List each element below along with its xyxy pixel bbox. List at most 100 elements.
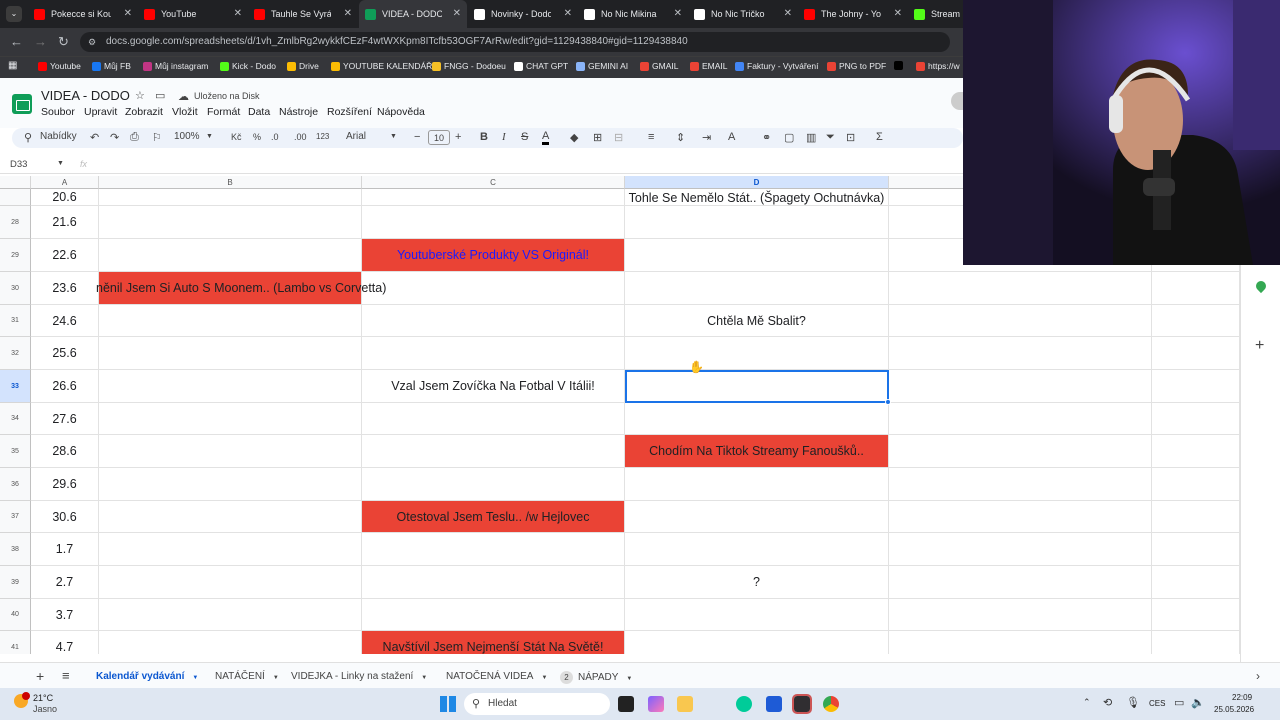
grid-cell[interactable]: 23.6 [31,272,99,305]
windows-start-icon[interactable] [440,696,456,712]
grid-cell[interactable] [1152,403,1240,435]
forward-icon[interactable]: → [34,34,47,49]
grid-cell[interactable] [362,566,625,599]
grid-cell[interactable]: 2.7 [31,566,99,599]
grid-cell[interactable] [362,305,625,337]
grid-cell[interactable] [889,468,1152,501]
sheets-logo-icon[interactable] [12,94,32,114]
link-icon[interactable]: ⚭ [762,131,771,144]
grid-cell[interactable] [889,370,1152,403]
grid-cell[interactable] [889,272,1152,305]
taskbar-search[interactable]: ⚲ Hledat [464,693,610,715]
grid-cell[interactable] [1152,435,1240,468]
doc-title[interactable]: VIDEA - DODO [41,88,130,103]
filter-views-icon[interactable]: ⊡ [846,131,855,144]
align-horizontal-icon[interactable]: ≡ [648,131,654,143]
move-folder-icon[interactable]: ▭ [155,89,165,102]
microphone-icon[interactable]: 🎙 [1126,696,1140,709]
sheet-tab[interactable]: NATÁČENÍ ▼ [215,671,279,682]
close-icon[interactable]: ✕ [894,8,902,19]
grid-cell[interactable]: Chodím Na Tiktok Streamy Fanoušků.. [625,435,889,468]
browser-tab[interactable]: No Nic Mikina ✕ [578,0,688,28]
language-indicator[interactable]: CES [1149,699,1165,708]
row-header[interactable]: 29 [0,239,31,272]
browser-tab[interactable]: VIDEA - DODO ✕ [359,0,467,28]
text-rotate-icon[interactable]: A [728,131,735,143]
row-header[interactable]: 41 [0,631,31,654]
font-select[interactable]: Arial [346,131,366,142]
grid-cell[interactable]: Otestoval Jsem Teslu.. /w Hejlovec [362,501,625,533]
reload-icon[interactable]: ↻ [58,34,69,50]
font-size-increase-icon[interactable]: + [455,131,461,143]
grid-cell[interactable] [362,189,625,206]
grid-cell[interactable] [1152,468,1240,501]
grid-cell[interactable] [889,435,1152,468]
font-size-input[interactable]: 10 [428,130,450,145]
grid-cell[interactable] [362,206,625,239]
grid-cell[interactable]: 26.6 [31,370,99,403]
menu-item[interactable]: Vložit [172,106,198,118]
url-bar[interactable]: ⚙ docs.google.com/spreadsheets/d/1vh_Zml… [80,32,950,52]
browser-tab[interactable]: Pokecce si Koupil ✕ [28,0,138,28]
explore-icon[interactable]: › [1256,669,1260,683]
tray-chevron-icon[interactable]: ⌃ [1083,697,1091,708]
chrome-icon[interactable] [823,696,839,712]
grid-cell[interactable]: 25.6 [31,337,99,370]
grid-cell[interactable] [99,305,362,337]
currency-format[interactable]: Kč [231,132,242,142]
grid-cell[interactable]: Chtěla Mě Sbalit? [625,305,889,337]
back-icon[interactable]: ← [10,34,23,49]
chevron-down-icon[interactable]: ▼ [192,675,198,681]
grid-cell[interactable] [889,403,1152,435]
grid-cell[interactable] [889,631,1152,654]
menu-item[interactable]: Rozšíření [327,106,372,118]
grid-cell[interactable] [625,206,889,239]
bookmark-item[interactable]: GEMINI AI [576,61,628,71]
bookmark-item[interactable]: Kick - Dodo [220,61,276,71]
browser-tab[interactable]: Stream [908,0,963,28]
row-header[interactable]: 40 [0,599,31,631]
grid-cell[interactable] [625,599,889,631]
star-icon[interactable]: ☆ [135,89,145,102]
grid-cell[interactable] [362,272,625,305]
tab-search-button[interactable]: ⌄ [6,6,22,22]
network-icon[interactable]: ▭ [1174,696,1184,709]
browser-tab[interactable]: Tauhle Se Vyrábí ✕ [248,0,358,28]
print-icon[interactable]: ⎙ [130,131,139,144]
column-header[interactable]: C [362,176,625,189]
close-icon[interactable]: ✕ [784,8,792,19]
grid-cell[interactable]: 20.6 [31,189,99,206]
grid-cell[interactable] [362,435,625,468]
grid-cell[interactable]: 24.6 [31,305,99,337]
zoom-select[interactable]: 100% [174,131,200,142]
filter-icon[interactable]: ⏷ [826,131,835,144]
grid-cell[interactable] [99,403,362,435]
grid-cell[interactable]: ? [625,566,889,599]
grid-cell[interactable] [625,403,889,435]
grid-cell[interactable] [1152,305,1240,337]
grid-cell[interactable] [889,533,1152,566]
browser-tab[interactable]: YouTube ✕ [138,0,248,28]
grid-cell[interactable]: 29.6 [31,468,99,501]
column-header[interactable]: B [99,176,362,189]
strikethrough-icon[interactable]: S [521,131,528,143]
grid-cell[interactable] [99,533,362,566]
align-vertical-icon[interactable]: ⇕ [676,131,685,144]
row-header[interactable]: 31 [0,305,31,337]
column-header[interactable]: A [31,176,99,189]
bookmark-item[interactable]: Můj instagram [143,61,208,71]
grid-cell[interactable]: Vzal Jsem Zovíčka Na Fotbal V Itálii! [362,370,625,403]
grid-cell[interactable] [99,501,362,533]
grid-cell[interactable] [1152,566,1240,599]
store-icon[interactable] [766,696,782,712]
bookmark-item[interactable] [894,61,906,70]
text-wrap-icon[interactable]: ⇥ [702,131,711,144]
sheet-tab[interactable]: VIDEJKA - Linky na stažení ▼ [291,671,427,682]
tray-sync-icon[interactable]: ⟲ [1103,696,1112,709]
row-header[interactable]: 34 [0,403,31,435]
grid-cell[interactable]: 4.7 [31,631,99,654]
increase-decimal[interactable]: .00 [294,132,307,142]
menu-item[interactable]: Zobrazit [125,106,163,118]
grid-cell[interactable] [362,468,625,501]
grid-cell[interactable]: Navštívil Jsem Nejmenší Stát Na Světě! [362,631,625,654]
